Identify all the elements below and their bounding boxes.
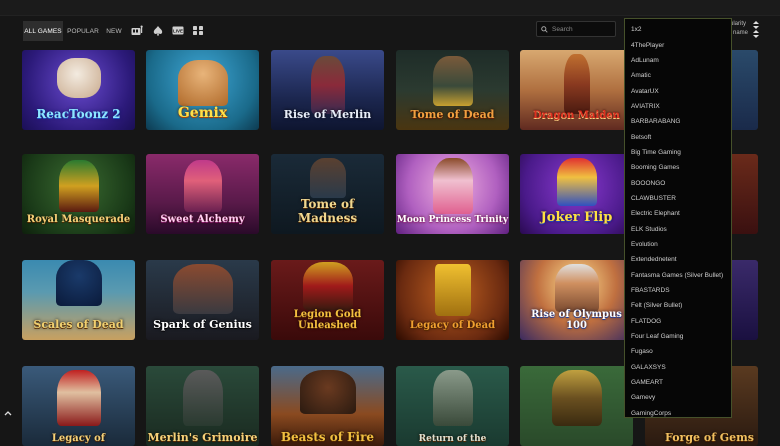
provider-option[interactable]: AVIATRIX <box>625 99 731 114</box>
game-tile[interactable]: Spark of Genius <box>146 260 259 340</box>
provider-option[interactable]: 1x2 <box>625 22 731 37</box>
tab-popular[interactable]: POPULAR <box>66 21 100 41</box>
game-tile[interactable]: Sweet Alchemy <box>146 154 259 234</box>
chevron-up-icon <box>4 411 12 416</box>
provider-option[interactable]: Betsoft <box>625 129 731 144</box>
game-tile[interactable]: ReacToonz 2 <box>22 50 135 130</box>
provider-option[interactable]: Fantasma Games (Silver Bullet) <box>625 268 731 283</box>
game-tile[interactable]: Merlin's Grimoire <box>146 366 259 446</box>
provider-option[interactable]: ELK Studios <box>625 221 731 236</box>
game-tile[interactable]: Gemix <box>146 50 259 130</box>
grid-icon[interactable] <box>192 25 204 36</box>
provider-option[interactable]: Four Leaf Gaming <box>625 329 731 344</box>
sort-option-popularity[interactable]: ularity <box>730 21 746 27</box>
provider-option[interactable]: FLATDOG <box>625 314 731 329</box>
provider-option[interactable]: GALAXSYS <box>625 360 731 375</box>
provider-option[interactable]: GamingCorps <box>625 406 731 417</box>
svg-text:LIVE: LIVE <box>173 29 183 34</box>
tab-new[interactable]: NEW <box>103 21 125 41</box>
card-suit-icon[interactable] <box>152 25 164 36</box>
game-tile[interactable]: Scales of Dead <box>22 260 135 340</box>
provider-option[interactable]: BARBARABANG <box>625 114 731 129</box>
search-input[interactable] <box>552 25 612 33</box>
game-tile[interactable]: Rise of Merlin <box>271 50 384 130</box>
game-tile[interactable] <box>520 366 633 446</box>
game-tile[interactable]: Dragon Maiden <box>520 50 633 130</box>
search-icon <box>541 25 548 33</box>
provider-option[interactable]: FBASTARDS <box>625 283 731 298</box>
provider-option[interactable]: Felt (Silver Bullet) <box>625 298 731 313</box>
live-dealer-icon[interactable]: LIVE <box>172 25 184 36</box>
provider-option[interactable]: Booming Games <box>625 160 731 175</box>
scroll-to-top-button[interactable] <box>4 408 16 420</box>
provider-option[interactable]: BOOONGO <box>625 175 731 190</box>
game-tile[interactable]: Return of the <box>396 366 509 446</box>
provider-dropdown[interactable]: 1x2 4ThePlayer AdLunam Amatic AvatarUX AVIATR… <box>624 18 732 418</box>
sort-arrows-icon[interactable] <box>753 21 759 29</box>
game-tile[interactable]: Joker Flip <box>520 154 633 234</box>
game-tile[interactable]: Legacy of <box>22 366 135 446</box>
sort-arrows-icon[interactable] <box>753 30 759 38</box>
provider-option[interactable]: Amatic <box>625 68 731 83</box>
search-box[interactable] <box>536 21 616 37</box>
top-strip <box>0 0 780 16</box>
sort-option-name[interactable]: name <box>733 30 748 36</box>
provider-option[interactable]: 4ThePlayer <box>625 37 731 52</box>
provider-option[interactable]: AdLunam <box>625 53 731 68</box>
game-tile[interactable]: Beasts of Fire <box>271 366 384 446</box>
tab-all-games[interactable]: ALL GAMES <box>23 21 63 41</box>
provider-option[interactable]: CLAWBUSTER <box>625 191 731 206</box>
provider-option[interactable]: AvatarUX <box>625 83 731 98</box>
game-tile[interactable]: Legacy of Dead <box>396 260 509 340</box>
game-tile[interactable]: Rise of Olympus 100 <box>520 260 633 340</box>
provider-option[interactable]: Gamevy <box>625 390 731 405</box>
game-tile[interactable]: Tome of Madness <box>271 154 384 234</box>
game-tile[interactable]: Legion Gold Unleashed <box>271 260 384 340</box>
provider-option[interactable]: Big Time Gaming <box>625 145 731 160</box>
provider-option[interactable]: Extendednetent <box>625 252 731 267</box>
provider-option[interactable]: Electric Elephant <box>625 206 731 221</box>
game-tile[interactable]: Tome of Dead <box>396 50 509 130</box>
game-tile[interactable]: Moon Princess Trinity <box>396 154 509 234</box>
provider-option[interactable]: Fugaso <box>625 344 731 359</box>
slots-icon[interactable] <box>131 25 143 36</box>
game-tile[interactable]: Royal Masquerade <box>22 154 135 234</box>
provider-option[interactable]: Evolution <box>625 237 731 252</box>
provider-option[interactable]: GAMEART <box>625 375 731 390</box>
